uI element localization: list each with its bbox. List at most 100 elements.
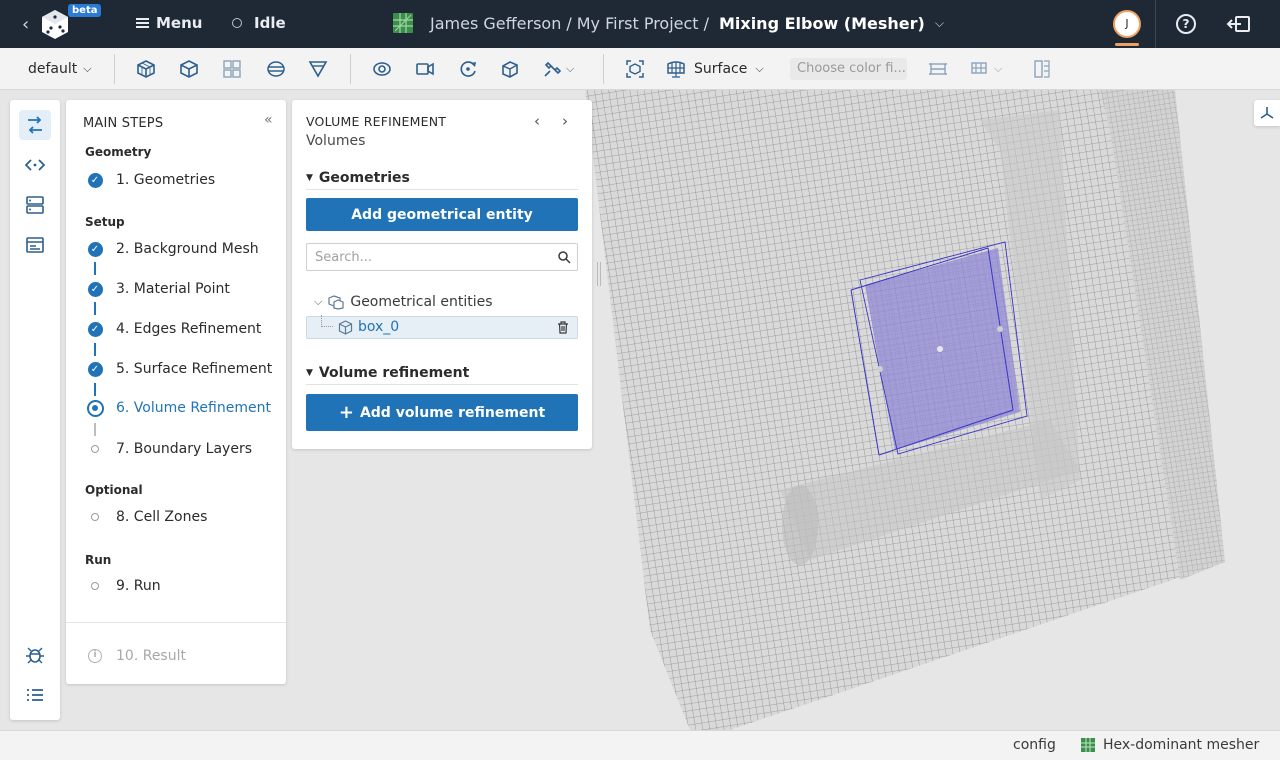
- cube-solid-icon[interactable]: [136, 59, 156, 79]
- mesher-type[interactable]: Hex-dominant mesher: [1080, 737, 1259, 753]
- chevron-down-icon: ⌵: [314, 295, 323, 308]
- geometries-section-toggle[interactable]: ▼ Geometries: [306, 170, 410, 186]
- color-map-icon: [971, 62, 987, 74]
- color-legend-icon[interactable]: [928, 59, 948, 79]
- add-geometrical-entity-button[interactable]: Add geometrical entity: [306, 198, 578, 231]
- step-volume-refinement[interactable]: 6. Volume Refinement: [85, 398, 271, 418]
- preset-dropdown[interactable]: default ⌵: [28, 59, 92, 79]
- step-edges-refinement[interactable]: ✓ 4. Edges Refinement: [85, 319, 261, 339]
- collapse-panel-icon[interactable]: «: [264, 112, 273, 128]
- probe-tools-dropdown[interactable]: ⌵: [542, 59, 574, 79]
- bug-icon[interactable]: [19, 640, 51, 670]
- 3d-viewport[interactable]: [580, 90, 1280, 730]
- step-geometries[interactable]: ✓ 1. Geometries: [85, 170, 215, 190]
- hamburger-icon: [136, 18, 149, 28]
- render-mode-dropdown[interactable]: Surface ⌵: [666, 59, 764, 79]
- workflow-icon[interactable]: [19, 110, 51, 140]
- step-connector: [94, 343, 96, 356]
- chevron-down-icon: ⌵: [994, 62, 1003, 75]
- back-chevron-icon[interactable]: ‹: [22, 14, 29, 35]
- search-input[interactable]: [315, 248, 545, 266]
- section-divider: [306, 189, 578, 190]
- terminal-icon[interactable]: [19, 230, 51, 260]
- filter-icon[interactable]: [308, 59, 328, 79]
- pending-step-icon: [91, 582, 99, 590]
- split-view-icon[interactable]: [1032, 59, 1052, 79]
- step-boundary-layers[interactable]: 7. Boundary Layers: [85, 439, 252, 459]
- menu-button[interactable]: Menu: [136, 14, 202, 32]
- button-label: Add volume refinement: [359, 404, 546, 421]
- step-label: 2. Background Mesh: [116, 241, 259, 257]
- trash-icon[interactable]: [557, 321, 569, 334]
- chevron-down-icon: ⌵: [83, 62, 92, 75]
- tree-item-box[interactable]: box_0: [306, 315, 578, 339]
- panel-subtitle: Volumes: [306, 133, 366, 149]
- add-volume-refinement-button[interactable]: + Add volume refinement: [306, 394, 578, 431]
- camera-icon[interactable]: [415, 59, 435, 79]
- rotate-icon[interactable]: [458, 59, 478, 79]
- volume-refinement-panel: VOLUME REFINEMENT Volumes ‹ › ▼ Geometri…: [292, 100, 592, 449]
- main-steps-title: MAIN STEPS: [83, 116, 164, 131]
- panel-resize-handle[interactable]: [597, 262, 601, 286]
- color-map-dropdown[interactable]: ⌵: [970, 59, 1002, 79]
- tree-root-geometrical-entities[interactable]: ⌵ Geometrical entities: [314, 294, 493, 310]
- code-icon[interactable]: [19, 150, 51, 180]
- server-icon[interactable]: [19, 190, 51, 220]
- section-heading: Volume refinement: [318, 365, 470, 381]
- tree-item-label: box_0: [358, 319, 400, 335]
- axes-icon: [1260, 107, 1274, 119]
- check-icon: ✓: [87, 321, 103, 337]
- status-circle-icon: [232, 18, 242, 28]
- step-label: 4. Edges Refinement: [116, 321, 262, 337]
- search-box: [306, 243, 578, 271]
- user-avatar[interactable]: J: [1113, 10, 1141, 38]
- step-connector: [94, 423, 96, 436]
- breadcrumb: James Gefferson / My First Project / Mix…: [392, 12, 944, 34]
- breadcrumb-project[interactable]: My First Project: [577, 14, 699, 33]
- check-icon: ✓: [87, 241, 103, 257]
- breadcrumb-current[interactable]: Mixing Elbow (Mesher): [719, 14, 925, 33]
- tree-connector: [321, 315, 333, 327]
- next-step-icon[interactable]: ›: [562, 112, 568, 130]
- exit-icon[interactable]: [1226, 14, 1252, 34]
- satellite-icon: [544, 61, 562, 77]
- job-status: Idle: [232, 14, 286, 32]
- group-run: Run: [85, 553, 112, 567]
- group-geometry: Geometry: [85, 145, 152, 159]
- volume-refinement-section-toggle[interactable]: ▼ Volume refinement: [306, 365, 469, 381]
- preset-label: default: [28, 61, 78, 77]
- tree-root-label: Geometrical entities: [350, 294, 493, 310]
- check-icon: ✓: [87, 281, 103, 297]
- search-icon[interactable]: [557, 250, 571, 264]
- step-surface-refinement[interactable]: ✓ 5. Surface Refinement: [85, 359, 272, 379]
- step-material-point[interactable]: ✓ 3. Material Point: [85, 279, 230, 299]
- color-field-select[interactable]: Choose color fi...: [790, 58, 907, 80]
- grid-view-icon[interactable]: [222, 59, 242, 79]
- box-view-icon[interactable]: [500, 59, 520, 79]
- axis-triad-button[interactable]: [1254, 100, 1280, 126]
- pending-step-icon: [91, 513, 99, 521]
- plus-icon: +: [338, 402, 354, 423]
- step-label: 3. Material Point: [116, 281, 230, 297]
- step-run[interactable]: 9. Run: [85, 576, 161, 596]
- caret-down-icon: ▼: [306, 173, 313, 183]
- step-cell-zones[interactable]: 8. Cell Zones: [85, 507, 207, 527]
- list-icon[interactable]: [19, 680, 51, 710]
- app-logo-icon[interactable]: [40, 8, 70, 40]
- pending-step-icon: [91, 445, 99, 453]
- step-background-mesh[interactable]: ✓ 2. Background Mesh: [85, 239, 259, 259]
- left-rail: [10, 100, 60, 720]
- mesh-render[interactable]: [580, 90, 1280, 730]
- step-result: i 10. Result: [85, 646, 186, 666]
- status-bar: config Hex-dominant mesher: [0, 730, 1280, 760]
- help-icon[interactable]: ?: [1176, 14, 1196, 34]
- chevron-down-icon[interactable]: ⌵: [935, 16, 944, 31]
- previous-step-icon[interactable]: ‹: [534, 112, 540, 130]
- cube-mesh-icon[interactable]: [179, 59, 199, 79]
- fit-view-icon[interactable]: [625, 59, 645, 79]
- breadcrumb-user[interactable]: James Gefferson: [430, 14, 561, 33]
- eye-icon[interactable]: [372, 59, 392, 79]
- step-label: 7. Boundary Layers: [116, 441, 253, 457]
- layers-icon[interactable]: [266, 59, 286, 79]
- config-label[interactable]: config: [1013, 737, 1056, 753]
